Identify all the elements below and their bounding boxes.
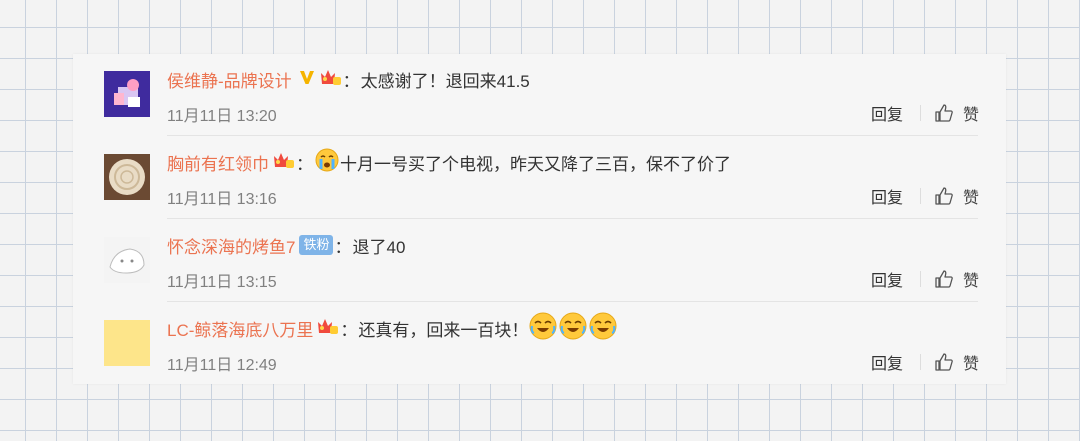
thumbs-up-icon — [935, 104, 953, 122]
comments-card: 侯维静-品牌设计 ： 太感谢了！退回来41.5 11月11日 13:20 回复 … — [73, 54, 1006, 384]
avatar[interactable] — [104, 320, 150, 366]
like-label: 赞 — [962, 190, 979, 207]
laughing-emoji-icon — [589, 312, 617, 345]
like-button[interactable]: 赞 — [934, 184, 979, 208]
avatar[interactable] — [104, 71, 150, 117]
divider — [167, 218, 978, 219]
comment-actions: 回复 赞 — [871, 267, 979, 291]
like-button[interactable]: 赞 — [934, 350, 979, 374]
comment-item: LC-鲸落海底八万里 ： 还真有，回来一百块！ 11月11日 12:49 回复 … — [73, 303, 1006, 385]
comment-item: 怀念深海的烤鱼7 铁粉 ： 退了40 11月11日 13:15 回复 赞 — [73, 220, 1006, 302]
thumbs-up-icon — [935, 353, 953, 371]
comment-actions: 回复 赞 — [871, 184, 979, 208]
comment-time: 11月11日 13:16 — [167, 191, 277, 208]
comment-text: 十月一号买了个电视，昨天又降了三百，保不了价了 — [340, 154, 731, 174]
comment-line: 怀念深海的烤鱼7 铁粉 ： 退了40 — [167, 232, 405, 258]
colon: ： — [342, 71, 360, 91]
comment-item: 胸前有红领巾 ： 十月一号买了个电视，昨天又降了三百，保不了价了 11月11日 … — [73, 137, 1006, 219]
comment-item: 侯维静-品牌设计 ： 太感谢了！退回来41.5 11月11日 13:20 回复 … — [73, 54, 1006, 136]
action-divider — [919, 271, 921, 287]
like-button[interactable]: 赞 — [934, 101, 979, 125]
comment-text: 退了40 — [352, 237, 406, 257]
fan-badge: 铁粉 — [299, 235, 334, 255]
like-button[interactable]: 赞 — [934, 267, 979, 291]
colon: ： — [296, 154, 313, 174]
thumbs-up-icon — [935, 187, 953, 205]
colon: ： — [340, 320, 358, 340]
verified-v-icon — [298, 68, 316, 91]
member-crown-icon — [273, 151, 295, 174]
action-divider — [919, 105, 921, 121]
thumbs-up-icon — [935, 270, 953, 288]
username[interactable]: 胸前有红领巾 — [167, 150, 269, 175]
comment-line: 侯维静-品牌设计 ： 太感谢了！退回来41.5 — [167, 66, 530, 92]
comment-time: 11月11日 13:15 — [167, 274, 277, 291]
divider — [167, 135, 978, 136]
comment-line: LC-鲸落海底八万里 ： 还真有，回来一百块！ — [167, 312, 618, 341]
avatar[interactable] — [104, 154, 150, 200]
like-label: 赞 — [962, 356, 979, 373]
avatar[interactable] — [104, 237, 150, 283]
like-label: 赞 — [962, 273, 979, 290]
username[interactable]: LC-鲸落海底八万里 — [167, 316, 313, 341]
reply-button[interactable]: 回复 — [871, 101, 903, 125]
colon: ： — [334, 237, 352, 257]
comment-actions: 回复 赞 — [871, 350, 979, 374]
member-crown-icon — [320, 68, 342, 91]
divider — [167, 301, 978, 302]
member-crown-icon — [317, 317, 339, 340]
action-divider — [919, 354, 921, 370]
comment-time: 11月11日 12:49 — [167, 357, 277, 374]
laughing-emoji-icon — [559, 312, 587, 345]
reply-button[interactable]: 回复 — [871, 350, 903, 374]
comment-line: 胸前有红领巾 ： 十月一号买了个电视，昨天又降了三百，保不了价了 — [167, 148, 731, 177]
action-divider — [919, 188, 921, 204]
comment-text: 太感谢了！退回来41.5 — [360, 71, 530, 91]
username[interactable]: 侯维静-品牌设计 — [167, 67, 292, 92]
laughing-emoji-icon — [529, 312, 557, 345]
crying-emoji-icon — [315, 148, 339, 177]
comment-time: 11月11日 13:20 — [167, 108, 277, 125]
username[interactable]: 怀念深海的烤鱼7 — [167, 233, 295, 258]
like-label: 赞 — [962, 107, 979, 124]
reply-button[interactable]: 回复 — [871, 267, 903, 291]
comment-actions: 回复 赞 — [871, 101, 979, 125]
reply-button[interactable]: 回复 — [871, 184, 903, 208]
comment-text: 还真有，回来一百块！ — [358, 320, 529, 340]
